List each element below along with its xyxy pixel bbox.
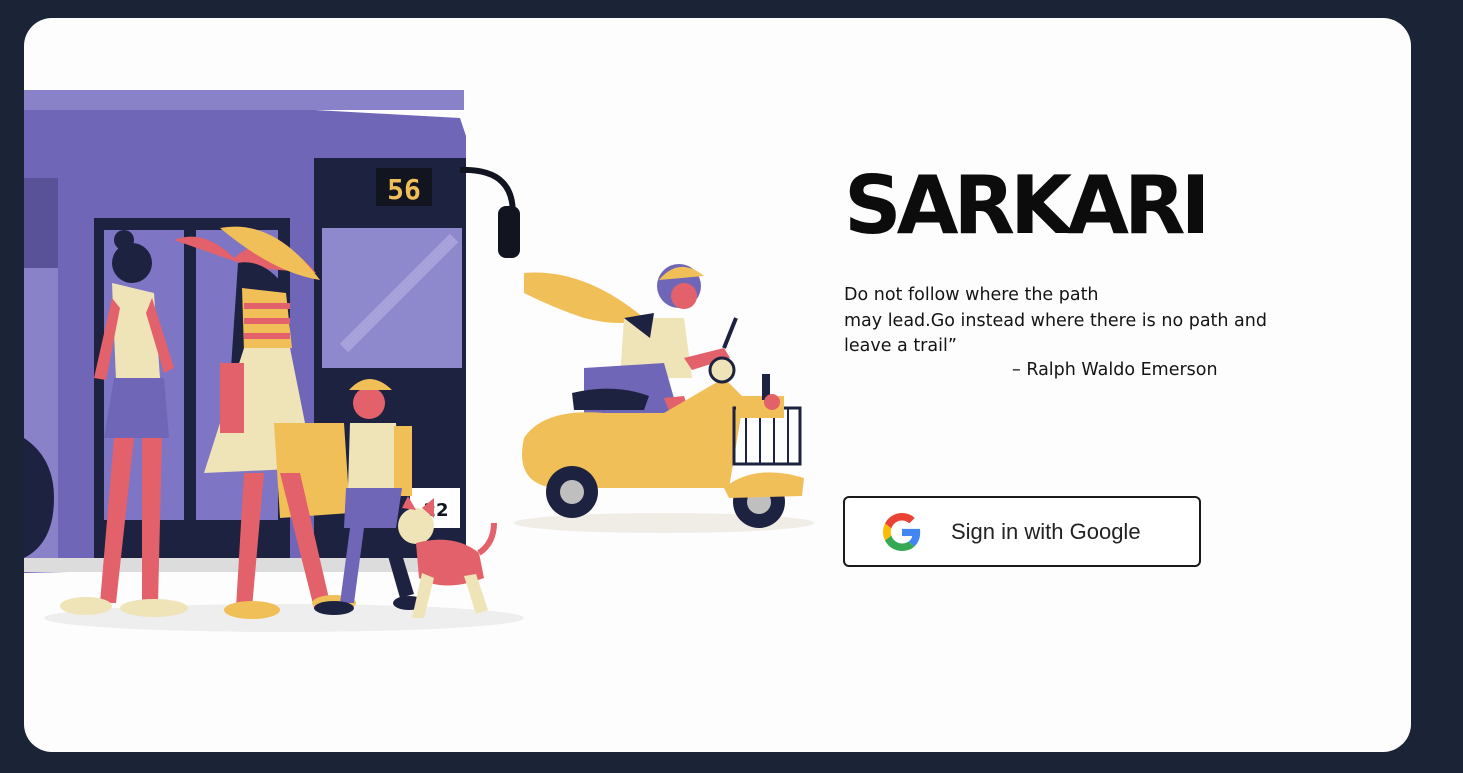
login-card: 56 22 SARKARI Do not follow where the pa… [24,18,1411,752]
bus-route-number: 56 [387,173,421,206]
app-title: SARKARI [844,159,1210,252]
google-sign-in-button[interactable]: Sign in with Google [843,496,1201,567]
google-icon [883,512,921,551]
quote-text: Do not follow where the path may lead.Go… [844,285,1267,356]
quote-author: – Ralph Waldo Emerson [1012,360,1218,380]
google-sign-in-label: Sign in with Google [951,518,1141,544]
city-street-illustration: 56 22 [24,90,814,632]
